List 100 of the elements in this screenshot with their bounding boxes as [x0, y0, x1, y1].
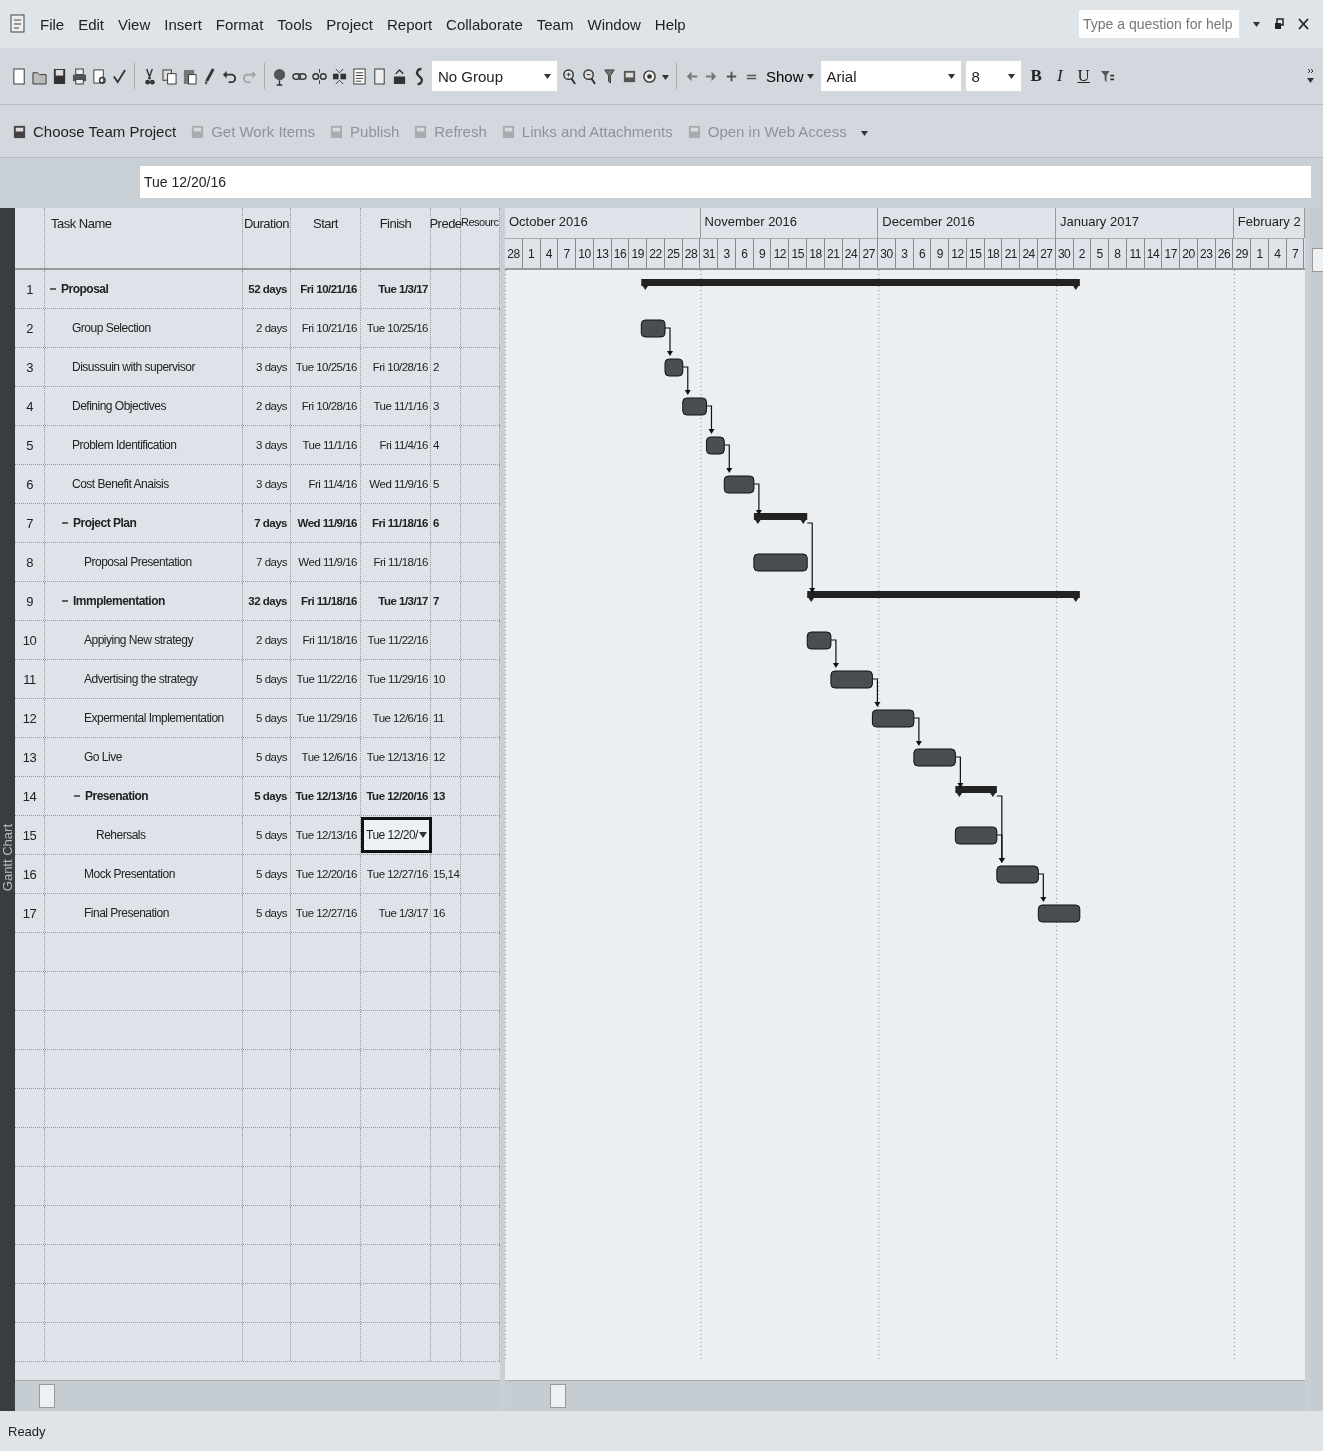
task-bar[interactable]	[913, 748, 956, 767]
menu-item[interactable]: Team	[536, 15, 574, 33]
column-header[interactable]: Start	[313, 216, 338, 231]
zoom-out-icon[interactable]	[582, 66, 597, 86]
task-name: Advertising the strategy	[84, 672, 198, 686]
month-label: October 2016	[509, 214, 588, 229]
notes-icon[interactable]	[352, 66, 367, 86]
task-bar[interactable]	[682, 397, 707, 416]
new-document-icon[interactable]	[12, 66, 27, 86]
scissors-icon[interactable]	[142, 66, 157, 86]
help-search-field[interactable]: Type a question for help	[1079, 10, 1239, 38]
start-date-cell: Tue 12/20/16	[295, 868, 357, 880]
show-button[interactable]: Show	[764, 67, 816, 85]
day-label: 24	[1022, 246, 1035, 261]
column-header[interactable]: Duration	[243, 216, 290, 231]
caret-icon[interactable]	[1253, 21, 1260, 27]
task-bar[interactable]	[1037, 904, 1081, 923]
task-bar[interactable]	[664, 358, 684, 377]
day-label: 8	[1114, 246, 1121, 261]
column-header[interactable]: Resourc	[461, 216, 499, 228]
menu-item[interactable]: Insert	[164, 15, 202, 33]
menu-item[interactable]: Report	[387, 15, 433, 33]
collapse-icon[interactable]	[61, 597, 69, 605]
close-icon[interactable]	[1298, 18, 1309, 30]
caret-icon	[419, 832, 427, 838]
summary-bar[interactable]	[753, 513, 808, 524]
split-icon[interactable]	[332, 66, 347, 86]
horizontal-scrollbar[interactable]	[15, 1380, 500, 1411]
menu-item[interactable]: Collaborate	[446, 15, 523, 33]
summary-bar[interactable]	[641, 279, 1080, 290]
column-header[interactable]: Finish	[379, 216, 412, 231]
task-bar[interactable]	[753, 553, 808, 572]
task-bar[interactable]	[954, 826, 998, 845]
task-name: Final Presenation	[84, 906, 169, 920]
task-bar[interactable]	[706, 436, 725, 455]
font-dropdown[interactable]: Arial	[820, 61, 961, 91]
start-date-cell: Tue 12/13/16	[295, 829, 357, 841]
start-date-cell: Tue 11/1/16	[302, 439, 357, 451]
duration-cell: 5 days	[256, 907, 287, 919]
day-label: 26	[1217, 246, 1231, 261]
column-header[interactable]: Prede	[429, 216, 462, 231]
start-date-cell: Tue 12/13/16	[295, 790, 357, 802]
print-icon[interactable]	[72, 66, 87, 86]
task-bar[interactable]	[723, 475, 755, 494]
brush-icon[interactable]	[202, 66, 217, 86]
overflow-icon[interactable]	[1307, 67, 1315, 85]
unlink-icon[interactable]	[312, 66, 327, 86]
task-bar[interactable]	[871, 709, 915, 728]
menu-item[interactable]: View	[118, 15, 151, 33]
menu-item[interactable]: Project	[326, 15, 374, 33]
menu-item[interactable]: Tools	[277, 15, 313, 33]
task-bar[interactable]	[996, 865, 1039, 884]
predecessors-cell: 6	[433, 517, 439, 529]
menu-item[interactable]: Format	[215, 15, 264, 33]
month-label: January 2017	[1060, 214, 1139, 229]
row-number: 8	[26, 554, 33, 570]
copy-icon[interactable]	[162, 66, 177, 86]
column-header[interactable]: Task Name	[51, 216, 112, 231]
group-dropdown[interactable]: No Group	[432, 61, 557, 91]
format-button[interactable]: U	[1072, 66, 1095, 86]
menu-item[interactable]: Edit	[78, 15, 105, 33]
task-bar[interactable]	[830, 670, 873, 689]
menu-item[interactable]: Help	[654, 15, 686, 33]
duration-cell: 2 days	[256, 634, 287, 646]
link-arrow	[753, 483, 762, 515]
menu-item[interactable]: Window	[587, 15, 641, 33]
collapse-icon[interactable]	[49, 285, 57, 293]
document-icon[interactable]	[10, 14, 26, 34]
task-bar[interactable]	[640, 319, 666, 338]
day-label: 18	[809, 246, 822, 261]
task-name: Proposal Presentation	[84, 555, 192, 569]
font-size-dropdown[interactable]: 8	[965, 61, 1021, 91]
format-button[interactable]: B	[1025, 66, 1047, 86]
menu-item[interactable]: File	[40, 15, 65, 33]
day-label: 9	[936, 246, 943, 261]
duration-cell: 5 days	[254, 790, 287, 802]
predecessors-cell: 12	[433, 751, 445, 763]
task-name: Immplementation	[73, 594, 165, 608]
collapse-icon[interactable]	[73, 792, 81, 800]
task-bar[interactable]	[806, 631, 832, 650]
finish-date-field[interactable]: Tue 12/20/	[361, 817, 432, 853]
predecessors-cell: 10	[433, 673, 445, 685]
row-number: 11	[23, 671, 36, 687]
month-label: November 2016	[704, 214, 798, 229]
entry-field[interactable]: Tue 12/20/16	[140, 166, 1311, 198]
toolbar-button[interactable]: Choose Team Project	[33, 122, 177, 140]
task-name: Project Plan	[73, 516, 137, 530]
save-icon[interactable]	[52, 66, 67, 86]
print-preview-icon[interactable]	[92, 66, 107, 86]
restore-icon[interactable]	[1274, 18, 1284, 30]
format-button[interactable]: I	[1051, 66, 1068, 86]
day-label: 15	[969, 246, 982, 261]
summary-bar[interactable]	[955, 786, 997, 797]
collapse-icon[interactable]	[61, 519, 69, 527]
page-icon[interactable]	[372, 66, 387, 86]
duration-cell: 5 days	[256, 712, 287, 724]
link-arrow	[705, 405, 715, 434]
zoom-in-icon[interactable]	[562, 66, 577, 86]
summary-bar[interactable]	[807, 591, 1080, 602]
duration-cell: 2 days	[256, 322, 287, 334]
